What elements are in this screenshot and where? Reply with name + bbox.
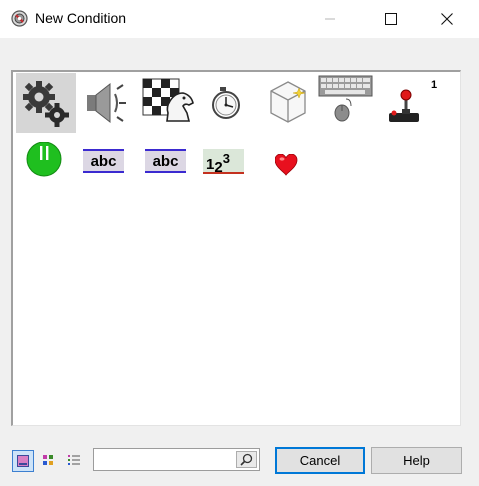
keyboard-mouse-icon [318, 75, 373, 122]
large-icons-view-button[interactable] [12, 450, 34, 472]
search-icon [240, 453, 253, 466]
player-number-badge: 1 [431, 79, 438, 91]
string-abc-label-2: abc [153, 153, 179, 170]
search-box[interactable] [93, 448, 260, 471]
lives-object-item[interactable] [275, 154, 335, 192]
minimize-button[interactable] [307, 0, 353, 38]
joystick-player-1-icon [389, 89, 419, 122]
maximize-button[interactable] [368, 0, 414, 38]
close-icon [441, 13, 453, 25]
title-bar: New Condition [0, 0, 479, 38]
help-button[interactable]: Help [371, 447, 462, 474]
string-abc-label: abc [91, 153, 117, 170]
small-icons-view-button[interactable] [38, 450, 60, 472]
create-objects-object[interactable] [265, 73, 325, 133]
storyboard-icon [142, 78, 194, 122]
search-input[interactable] [97, 451, 232, 468]
active-object-item[interactable] [18, 142, 78, 180]
string-abc-icon-2: abc [145, 149, 186, 173]
close-button[interactable] [424, 0, 470, 38]
object-list-panel: 1 abc abc 123 [11, 70, 461, 426]
counter-object-item[interactable]: 123 123 [203, 147, 263, 185]
special-conditions-icon [23, 81, 69, 127]
list-view-button[interactable] [64, 450, 86, 472]
timer-icon [212, 87, 240, 119]
small-icons-view-icon [43, 455, 53, 465]
search-button[interactable] [236, 451, 257, 468]
sound-icon [87, 82, 126, 124]
joystick-player-1-object[interactable]: 1 [387, 73, 447, 133]
large-icons-view-icon [17, 455, 29, 467]
list-view-icon [68, 455, 80, 465]
storyboard-object[interactable] [139, 73, 199, 133]
string-object-item[interactable]: abc [83, 149, 143, 187]
maximize-icon [385, 13, 397, 25]
active-object-icon [26, 142, 62, 177]
string-abc-icon: abc [83, 149, 124, 173]
timer-object[interactable] [205, 73, 265, 133]
special-conditions-object[interactable] [16, 73, 76, 133]
app-icon [11, 10, 28, 27]
counter-123-icon: 123 [203, 149, 244, 176]
cancel-button[interactable]: Cancel [275, 447, 365, 474]
lives-heart-icon [275, 154, 298, 176]
keyboard-mouse-object[interactable] [317, 73, 377, 133]
minimize-icon [325, 18, 335, 20]
sound-object[interactable] [79, 73, 139, 133]
string-object-item-2[interactable]: abc [145, 149, 205, 187]
create-objects-icon [270, 81, 306, 123]
window-title: New Condition [35, 10, 127, 26]
